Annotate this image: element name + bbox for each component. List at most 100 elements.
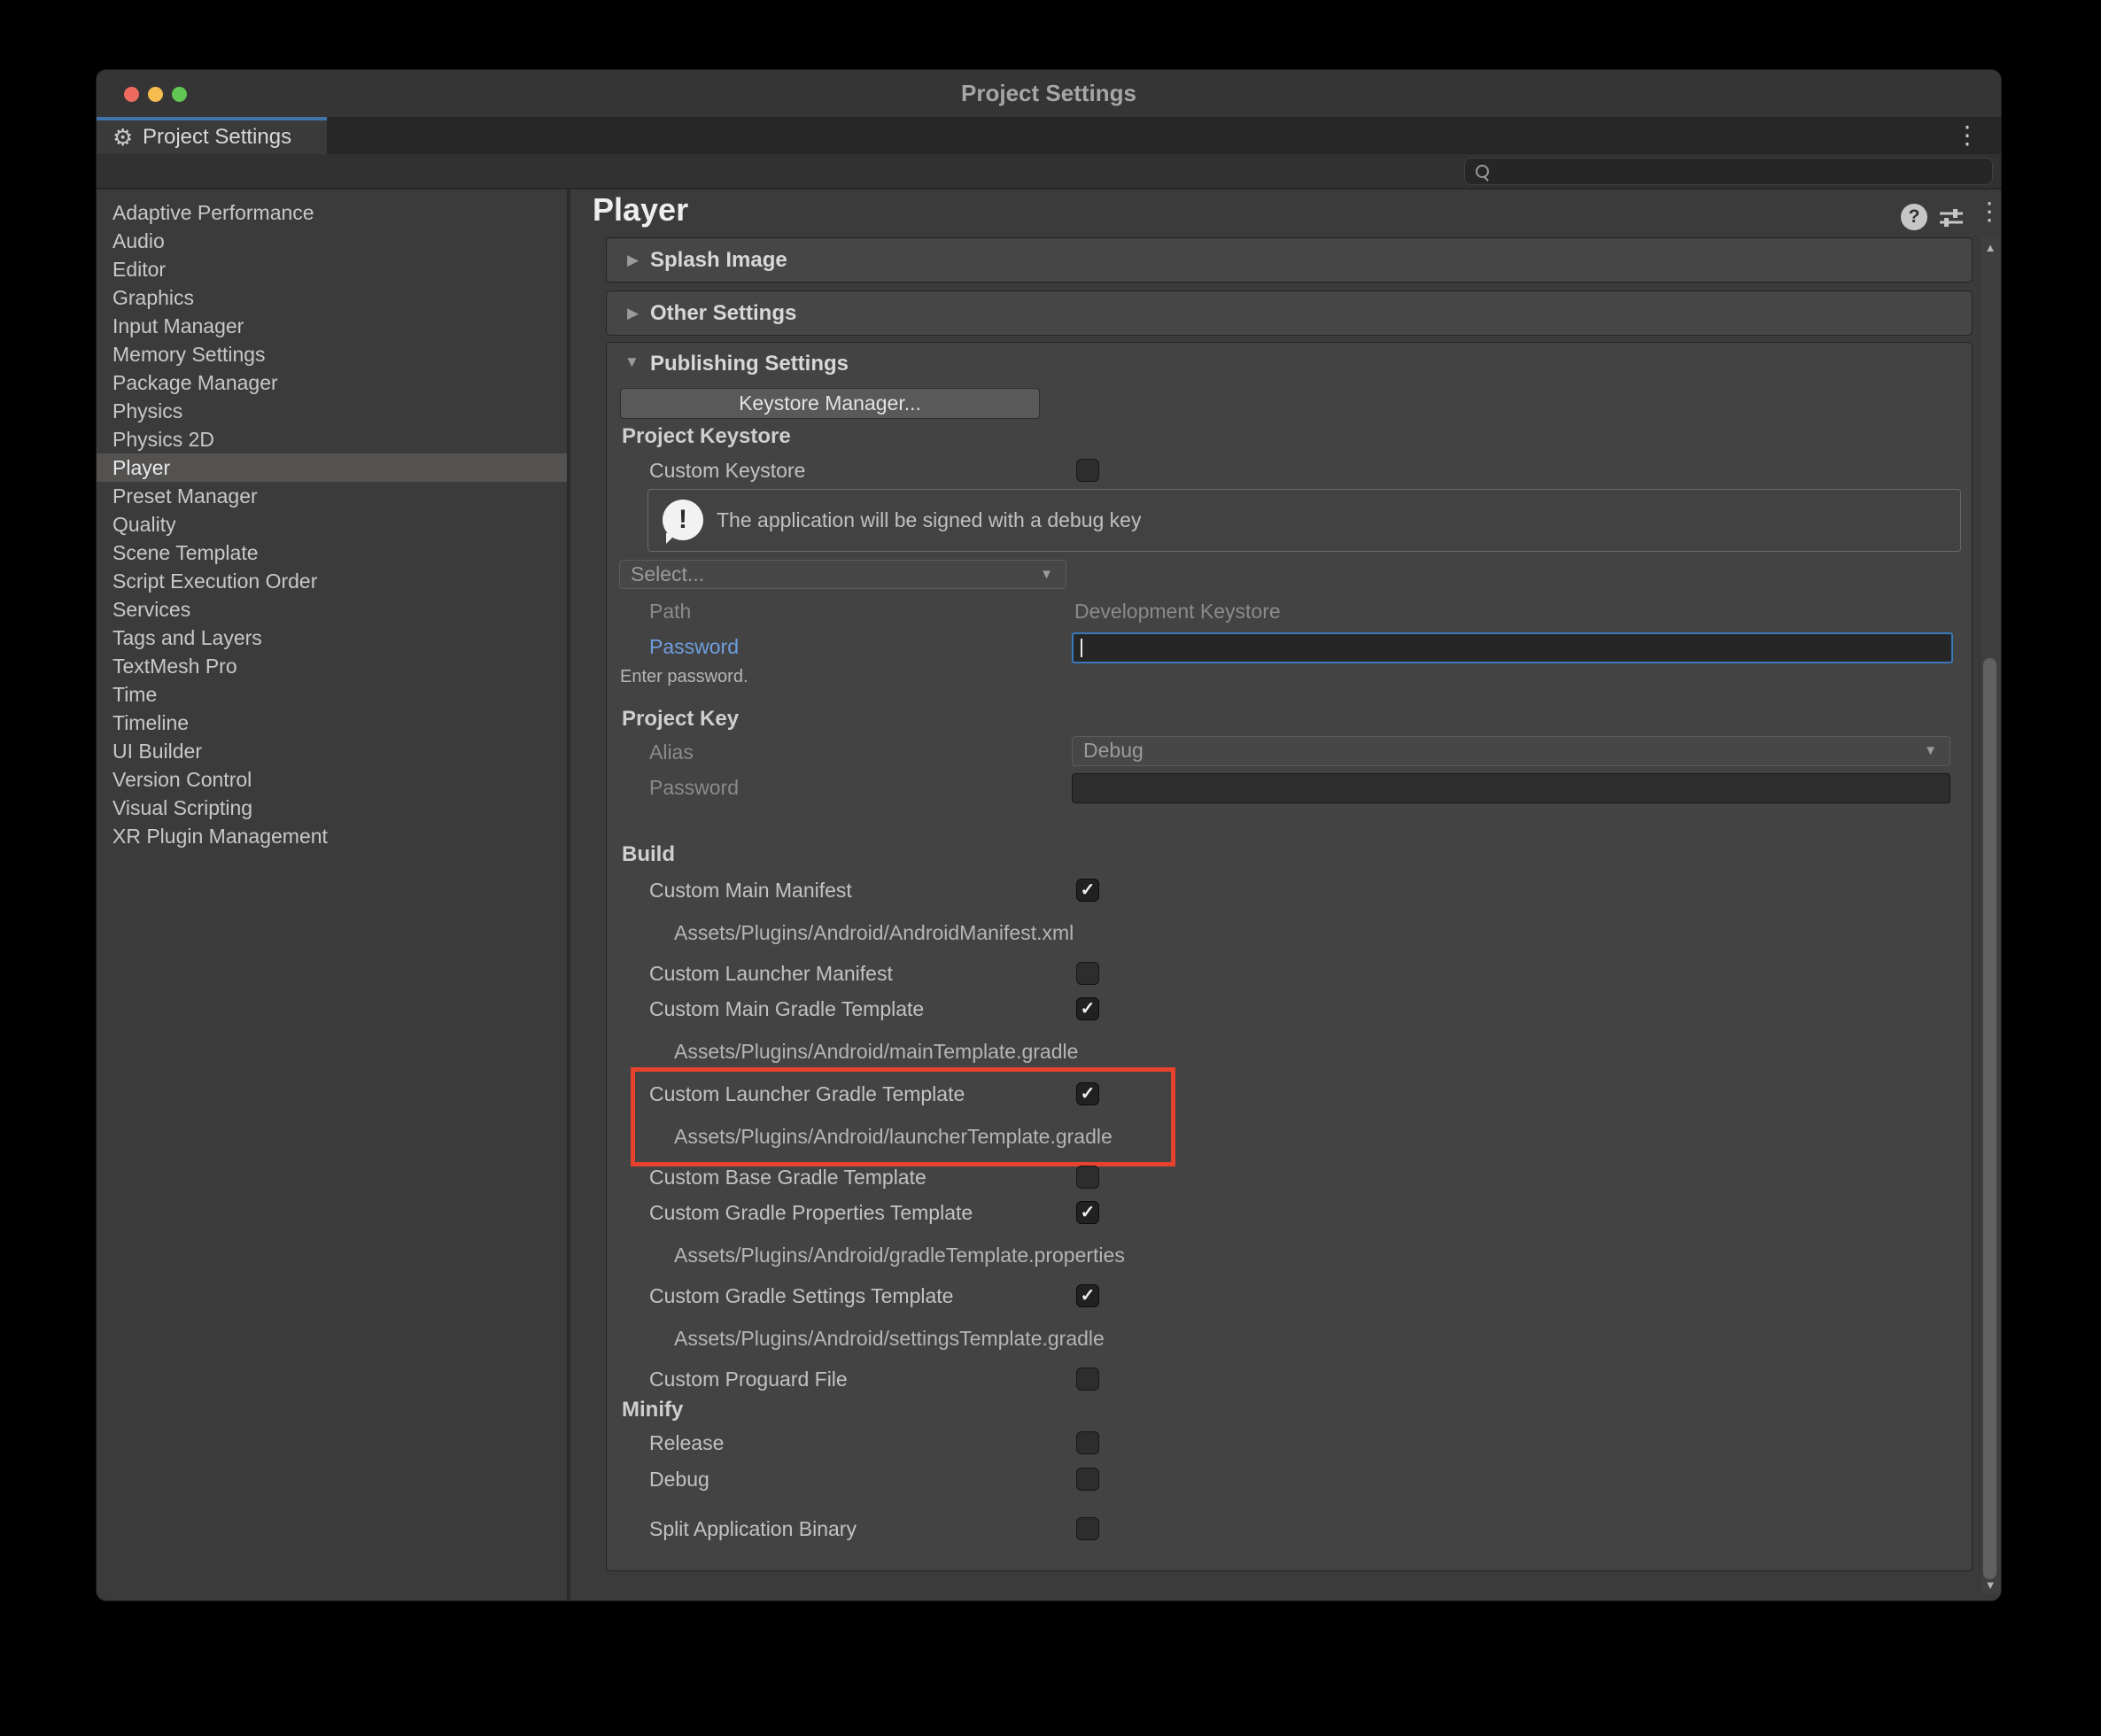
row-path-custom-main-manifest: Assets/Plugins/Android/AndroidManifest.x… (674, 918, 1074, 947)
checkbox-custom-launcher-gradle-template[interactable] (1076, 1082, 1099, 1105)
sidebar-item-memory-settings[interactable]: Memory Settings (97, 340, 567, 368)
sidebar-item-editor[interactable]: Editor (97, 255, 567, 283)
checkbox-custom-main-gradle-template[interactable] (1076, 997, 1099, 1020)
sidebar-item-player[interactable]: Player (97, 453, 567, 482)
search-input[interactable] (1464, 158, 1993, 185)
checkbox-custom-gradle-settings-template[interactable] (1076, 1284, 1099, 1307)
dropdown-value: Select... (631, 561, 704, 588)
chevron-down-icon[interactable]: ▼ (624, 353, 640, 371)
sidebar-item-tags-and-layers[interactable]: Tags and Layers (97, 624, 567, 652)
key-password-field[interactable] (1072, 773, 1950, 803)
sidebar-item-script-execution-order[interactable]: Script Execution Order (97, 567, 567, 595)
section-publishing-settings: ▼ Publishing Settings Keystore Manager..… (606, 342, 1973, 1571)
checkbox-custom-base-gradle-template[interactable] (1076, 1166, 1099, 1189)
sidebar-item-services[interactable]: Services (97, 595, 567, 624)
row-label-custom-gradle-properties-template: Custom Gradle Properties Template (649, 1198, 973, 1227)
checkbox-debug[interactable] (1076, 1468, 1099, 1491)
checkbox-custom-main-manifest[interactable] (1076, 879, 1099, 902)
page-title: Player (593, 191, 688, 229)
row-path-custom-gradle-properties-template: Assets/Plugins/Android/gradleTemplate.pr… (674, 1241, 1125, 1269)
section-label: Splash Image (650, 238, 787, 282)
row-label-custom-main-gradle-template: Custom Main Gradle Template (649, 995, 924, 1023)
title-bar: Project Settings (97, 70, 2001, 117)
chevron-down-icon: ▼ (1924, 737, 1937, 764)
toolbar (97, 154, 2001, 190)
row-path-custom-gradle-settings-template: Assets/Plugins/Android/settingsTemplate.… (674, 1324, 1105, 1352)
sidebar-item-xr-plugin-management[interactable]: XR Plugin Management (97, 822, 567, 850)
dropdown-value: Debug (1083, 737, 1144, 764)
sidebar-item-physics-2d[interactable]: Physics 2D (97, 425, 567, 453)
screen: Project Settings ⚙ Project Settings ⋮ Ad… (0, 0, 2101, 1736)
row-label-custom-launcher-gradle-template: Custom Launcher Gradle Template (649, 1080, 965, 1108)
keystore-password-field[interactable] (1072, 632, 1953, 663)
keystore-select-dropdown[interactable]: Select... ▼ (619, 560, 1066, 589)
path-value: Development Keystore (1074, 597, 1281, 625)
sidebar-item-version-control[interactable]: Version Control (97, 765, 567, 794)
tab-project-settings[interactable]: ⚙ Project Settings (97, 117, 327, 154)
scroll-down-icon[interactable]: ▼ (1981, 1578, 2000, 1592)
enter-password-helper: Enter password. (620, 663, 748, 690)
checkbox-custom-proguard-file[interactable] (1076, 1368, 1099, 1391)
tab-bar: ⚙ Project Settings ⋮ (97, 117, 2001, 154)
group-project-key: Project Key (622, 705, 739, 733)
sidebar-item-adaptive-performance[interactable]: Adaptive Performance (97, 198, 567, 227)
section-label: Other Settings (650, 291, 796, 335)
vertical-scrollbar[interactable]: ▲ ▼ (1980, 237, 2000, 1593)
settings-scroll-area: ▶ Splash Image ▶ Other Settings ▼ Publis… (570, 236, 2001, 1600)
checkbox-custom-keystore[interactable] (1076, 459, 1099, 482)
path-label: Path (649, 597, 691, 625)
checkbox-split-application-binary[interactable] (1076, 1517, 1099, 1540)
group-project-keystore: Project Keystore (622, 422, 791, 451)
row-path-custom-launcher-gradle-template: Assets/Plugins/Android/launcherTemplate.… (674, 1122, 1113, 1151)
search-icon (1476, 165, 1489, 178)
chevron-right-icon: ▶ (627, 291, 639, 335)
row-label-custom-launcher-manifest: Custom Launcher Manifest (649, 959, 893, 988)
checkbox-custom-gradle-properties-template[interactable] (1076, 1201, 1099, 1224)
sidebar-item-visual-scripting[interactable]: Visual Scripting (97, 794, 567, 822)
sidebar-item-ui-builder[interactable]: UI Builder (97, 737, 567, 765)
sidebar-item-physics[interactable]: Physics (97, 397, 567, 425)
section-other-settings[interactable]: ▶ Other Settings (606, 291, 1973, 336)
group-minify: Minify (622, 1396, 683, 1424)
row-label-split-application-binary: Split Application Binary (649, 1515, 857, 1543)
group-build: Build (622, 841, 675, 869)
tab-bar-menu-icon[interactable]: ⋮ (1955, 117, 1980, 154)
row-label-custom-gradle-settings-template: Custom Gradle Settings Template (649, 1282, 953, 1310)
custom-keystore-label: Custom Keystore (649, 456, 805, 484)
content-panel: Player ? ⋮ (570, 190, 2001, 1600)
sidebar-item-graphics[interactable]: Graphics (97, 283, 567, 312)
sidebar-item-time[interactable]: Time (97, 680, 567, 709)
scrollbar-thumb[interactable] (1983, 658, 1996, 1579)
tab-label: Project Settings (143, 120, 291, 154)
gear-icon: ⚙ (112, 121, 133, 153)
checkbox-custom-launcher-manifest[interactable] (1076, 962, 1099, 985)
sidebar-item-preset-manager[interactable]: Preset Manager (97, 482, 567, 510)
content-header: Player ? ⋮ (570, 190, 2001, 236)
keystore-password-label: Password (649, 632, 739, 661)
section-splash-image[interactable]: ▶ Splash Image (606, 237, 1973, 283)
sidebar-item-input-manager[interactable]: Input Manager (97, 312, 567, 340)
content-menu-icon[interactable]: ⋮ (1977, 197, 2002, 226)
presets-icon[interactable] (1938, 205, 1965, 236)
warning-box: ! The application will be signed with a … (647, 489, 1961, 552)
row-label-custom-base-gradle-template: Custom Base Gradle Template (649, 1163, 926, 1191)
chevron-down-icon: ▼ (1040, 561, 1053, 588)
row-label-custom-proguard-file: Custom Proguard File (649, 1365, 848, 1393)
keystore-manager-button[interactable]: Keystore Manager... (620, 388, 1040, 419)
sidebar-item-package-manager[interactable]: Package Manager (97, 368, 567, 397)
sidebar-item-scene-template[interactable]: Scene Template (97, 539, 567, 567)
key-password-label: Password (649, 773, 739, 802)
sidebar-item-timeline[interactable]: Timeline (97, 709, 567, 737)
chevron-right-icon: ▶ (627, 238, 639, 282)
help-icon[interactable]: ? (1901, 204, 1927, 230)
row-label-custom-main-manifest: Custom Main Manifest (649, 876, 852, 904)
scroll-up-icon[interactable]: ▲ (1981, 241, 2000, 254)
sidebar-item-quality[interactable]: Quality (97, 510, 567, 539)
sidebar-item-audio[interactable]: Audio (97, 227, 567, 255)
alias-dropdown[interactable]: Debug ▼ (1072, 736, 1950, 766)
text-caret (1081, 639, 1082, 657)
row-path-custom-main-gradle-template: Assets/Plugins/Android/mainTemplate.grad… (674, 1037, 1078, 1066)
checkbox-release[interactable] (1076, 1431, 1099, 1454)
row-label-release: Release (649, 1429, 724, 1457)
sidebar-item-textmesh-pro[interactable]: TextMesh Pro (97, 652, 567, 680)
